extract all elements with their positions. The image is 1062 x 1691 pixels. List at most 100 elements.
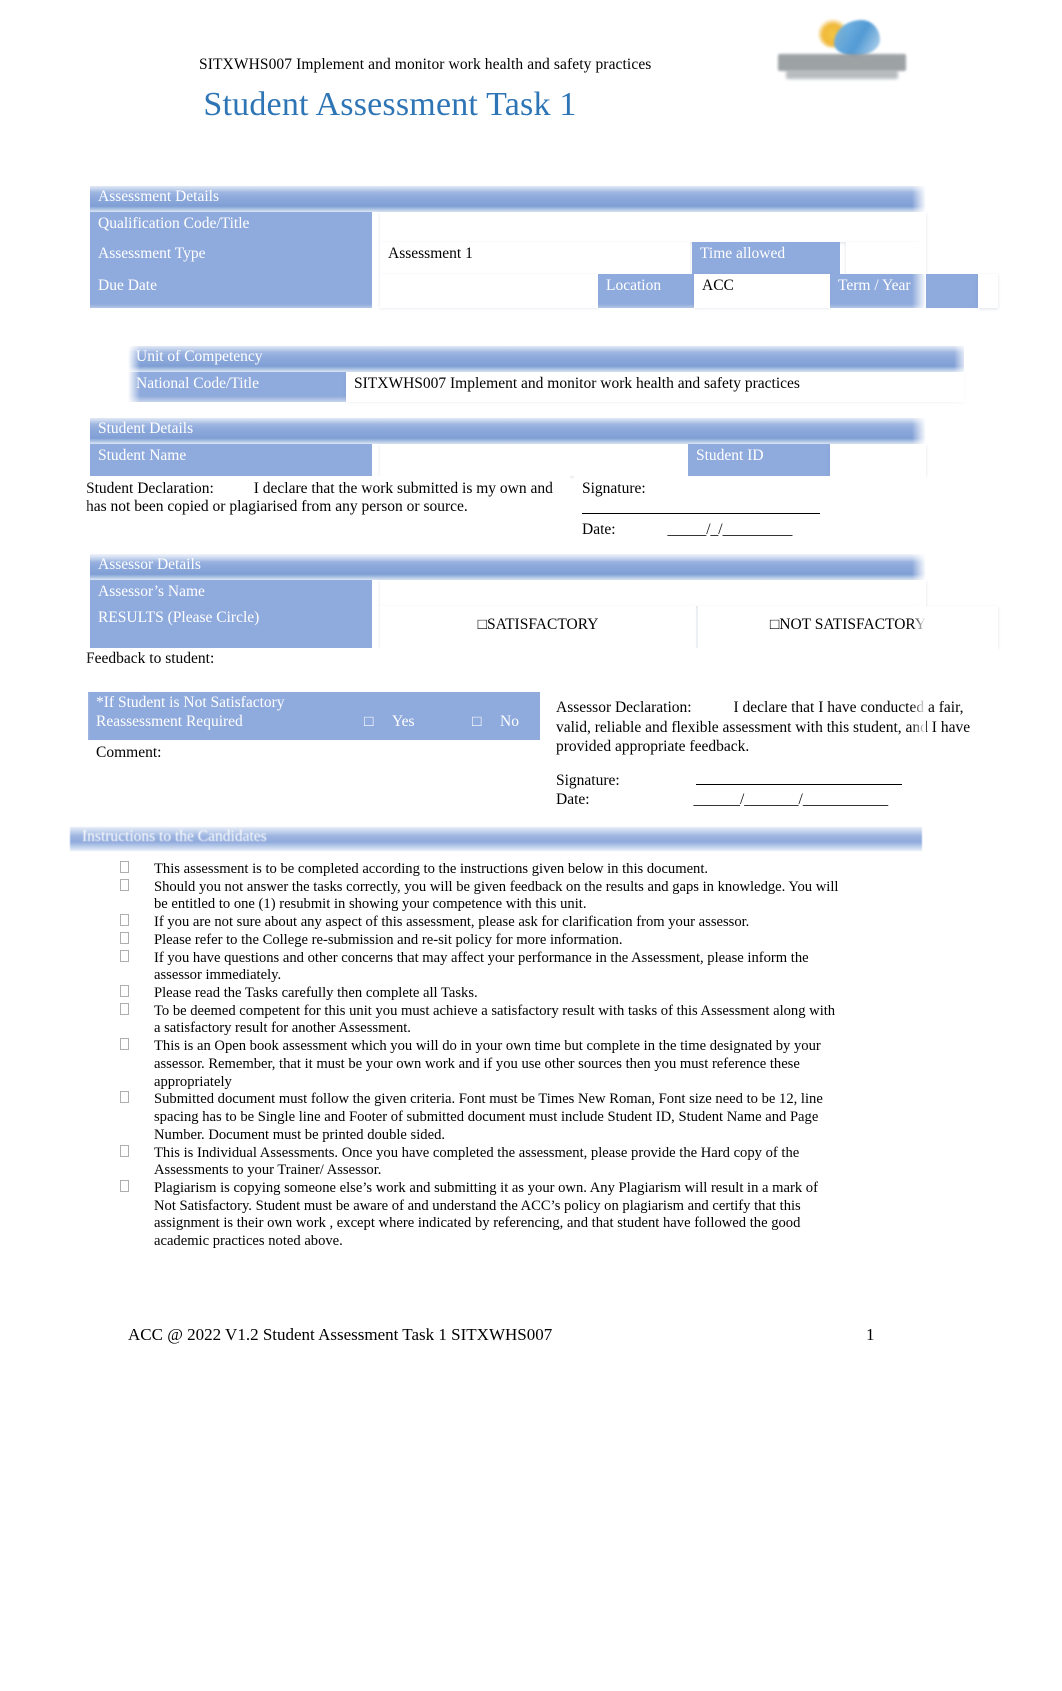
satisfactory-label[interactable]: SATISFACTORY — [487, 616, 598, 633]
assessment-type-label: Assessment Type — [90, 242, 372, 274]
due-date-label: Due Date — [90, 274, 372, 308]
instruction-text: Submitted document must follow the given… — [154, 1091, 823, 1143]
instruction-item: This assessment is to be completed accor… — [112, 861, 842, 879]
reassessment-comment-cell: Comment: — [88, 740, 540, 834]
assessor-details-section-label: Assessor Details — [90, 554, 926, 580]
qualification-code-label: Qualification Code/Title — [90, 212, 372, 242]
feedback-to-student-label: Feedback to student: — [86, 650, 215, 667]
instruction-text: This assessment is to be completed accor… — [154, 861, 709, 877]
assessor-declaration-body: Assessor Declaration: I declare that I h… — [556, 698, 988, 757]
instructions-heading: Instructions to the Candidates — [82, 828, 267, 845]
assessor-declaration-cell: Assessor Declaration: I declare that I h… — [546, 692, 998, 834]
unit-of-competency-section-label: Unit of Competency — [128, 346, 964, 372]
instruction-text: Please read the Tasks carefully then com… — [154, 985, 478, 1002]
bullet-square-icon — [120, 1002, 129, 1015]
page-title: Student Assessment Task 1 — [203, 86, 577, 123]
bullet-square-icon — [120, 1091, 129, 1104]
instruction-item: This is an Open book assessment which yo… — [112, 1038, 842, 1091]
assessment-details-section-label: Assessment Details — [90, 186, 926, 212]
student-details-table: Student Details Student Name Student ID … — [78, 414, 926, 542]
reassessment-yes-label[interactable]: Yes — [392, 713, 415, 732]
comment-label: Comment: — [96, 744, 162, 761]
assessor-details-table: Assessor Details Assessor’s Name RESULTS… — [78, 552, 998, 688]
not-satisfactory-label[interactable]: NOT SATISFACTORY — [779, 616, 926, 633]
national-code-value: SITXWHS007 Implement and monitor work he… — [346, 372, 964, 402]
reassessment-heading-cell: *If Student is Not Satisfactory Reassess… — [88, 692, 540, 740]
assessment-details-table: Assessment Details Qualification Code/Ti… — [78, 182, 998, 316]
instruction-item: If you are not sure about any aspect of … — [112, 914, 842, 932]
reassessment-declaration-table: *If Student is Not Satisfactory Reassess… — [78, 688, 998, 836]
assessor-signature-line[interactable] — [695, 771, 902, 785]
instruction-item: Please read the Tasks carefully then com… — [112, 985, 842, 1003]
instruction-text: If you have questions and other concerns… — [154, 949, 809, 984]
acc-college-logo — [772, 18, 912, 80]
national-code-label: National Code/Title — [128, 372, 346, 402]
assessor-date-placeholder[interactable]: ______/_______/___________ — [693, 791, 888, 808]
student-date-label: Date: — [582, 520, 616, 538]
student-declaration-label: Student Declaration: — [86, 480, 214, 497]
bullet-square-icon — [120, 1038, 129, 1051]
bullet-square-icon — [120, 861, 129, 873]
assessor-name-value — [380, 580, 926, 606]
instruction-text: To be deemed competent for this unit you… — [154, 1002, 836, 1037]
logo-wordmark-subbar — [786, 70, 898, 79]
footer-text: ACC @ 2022 V1.2 Student Assessment Task … — [128, 1325, 553, 1344]
reassessment-required-label: Reassessment Required — [96, 712, 243, 730]
bullet-square-icon — [120, 1179, 129, 1192]
document-page: SITXWHS007 Implement and monitor work he… — [0, 0, 1062, 1691]
bullet-square-icon — [120, 914, 129, 927]
reassessment-no-checkbox-icon[interactable]: □ — [472, 713, 481, 732]
instruction-item: If you have questions and other concerns… — [112, 949, 842, 985]
due-date-value — [380, 274, 598, 308]
result-satisfactory-option: □SATISFACTORY — [380, 606, 696, 648]
page-number: 1 — [866, 1325, 875, 1344]
result-not-satisfactory-option: □NOT SATISFACTORY — [698, 606, 998, 648]
results-label: RESULTS (Please Circle) — [90, 606, 372, 648]
student-signature-cell: Signature: Date: _____/_/_________ — [574, 476, 926, 542]
not-satisfactory-checkbox-icon[interactable]: □ — [770, 616, 779, 633]
table-left-fade — [78, 182, 90, 316]
assessor-declaration-label: Assessor Declaration: — [556, 699, 692, 716]
instructions-heading-band: Instructions to the Candidates — [70, 827, 922, 851]
reassessment-yes-checkbox-icon[interactable]: □ — [364, 713, 373, 732]
time-allowed-label: Time allowed — [692, 242, 840, 274]
satisfactory-checkbox-icon[interactable]: □ — [478, 616, 487, 633]
instructions-list: This assessment is to be completed accor… — [112, 861, 842, 1251]
bullet-square-icon — [120, 1144, 129, 1157]
bullet-square-icon — [120, 931, 129, 944]
student-declaration-cell: Student Declaration: I declare that the … — [80, 476, 570, 542]
instruction-item: Plagiarism is copying someone else’s wor… — [112, 1179, 842, 1251]
student-signature-line[interactable] — [582, 500, 820, 515]
assessor-signature-label: Signature: — [556, 771, 620, 789]
qualification-code-value — [380, 212, 926, 242]
student-date-placeholder[interactable]: _____/_/_________ — [667, 521, 792, 538]
assessor-date-row: Date: ______/_______/___________ — [556, 790, 988, 810]
student-date-row: Date: _____/_/_________ — [582, 521, 916, 539]
assessor-signature-row: Signature: — [556, 771, 988, 791]
term-year-value — [978, 274, 998, 308]
instruction-text: This is Individual Assessments. Once you… — [154, 1144, 800, 1179]
assessor-name-label: Assessor’s Name — [90, 580, 372, 606]
instruction-text: This is an Open book assessment which yo… — [154, 1038, 821, 1090]
bullet-square-icon — [120, 878, 129, 891]
student-signature-label: Signature: — [582, 480, 646, 497]
instruction-item: Please refer to the College re-submissio… — [112, 931, 842, 950]
term-year-label: Term / Year — [830, 274, 978, 308]
instruction-item: To be deemed competent for this unit you… — [112, 1002, 842, 1038]
student-name-label: Student Name — [90, 444, 372, 476]
student-name-value — [380, 444, 688, 476]
bullet-square-icon — [120, 985, 129, 998]
assessor-date-label: Date: — [556, 791, 590, 809]
bullet-square-icon — [120, 949, 129, 962]
feedback-to-student-cell: Feedback to student: — [80, 648, 998, 688]
student-id-value — [830, 444, 926, 476]
location-value: ACC — [694, 274, 830, 308]
instruction-text: If you are not sure about any aspect of … — [154, 914, 750, 931]
instruction-item: This is Individual Assessments. Once you… — [112, 1144, 842, 1180]
location-label: Location — [598, 274, 694, 308]
instruction-text: Please refer to the College re-submissio… — [154, 931, 623, 948]
reassessment-no-label[interactable]: No — [500, 713, 519, 732]
time-allowed-value — [846, 242, 926, 274]
instruction-item: Should you not answer the tasks correctl… — [112, 878, 842, 914]
assessment-type-value: Assessment 1 — [380, 242, 690, 274]
